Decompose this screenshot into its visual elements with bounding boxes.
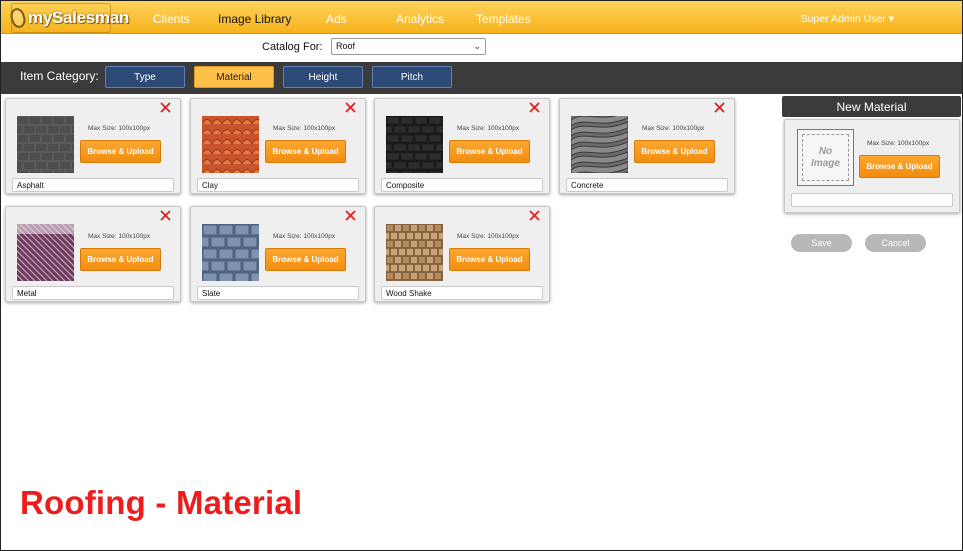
max-size-note: Max Size: 100x100px <box>457 233 520 240</box>
material-thumbnail-clay <box>201 116 263 175</box>
new-material-header: New Material <box>782 96 961 117</box>
close-icon[interactable] <box>159 101 172 114</box>
tab-height[interactable]: Height <box>283 66 363 88</box>
nav-ads[interactable]: Ads <box>326 12 347 26</box>
tab-pitch[interactable]: Pitch <box>372 66 452 88</box>
browse-upload-button[interactable]: Browse & Upload <box>265 248 346 271</box>
material-thumbnail-wood-shake <box>382 224 450 288</box>
close-icon[interactable] <box>528 101 541 114</box>
browse-upload-button[interactable]: Browse & Upload <box>634 140 715 163</box>
max-size-note: Max Size: 100x100px <box>88 125 151 132</box>
close-icon[interactable] <box>713 101 726 114</box>
material-thumbnail-composite <box>379 116 456 179</box>
close-icon[interactable] <box>344 101 357 114</box>
app-logo[interactable]: mySalesman <box>8 3 129 33</box>
max-size-note: Max Size: 100x100px <box>642 125 705 132</box>
catalog-selected-value: Roof <box>336 41 356 51</box>
material-card-composite: Max Size: 100x100px Browse & Upload Compos… <box>374 98 550 194</box>
material-name-input[interactable]: Composite <box>381 178 543 192</box>
user-menu[interactable]: Super Admin User ▾ <box>801 13 894 25</box>
browse-upload-button[interactable]: Browse & Upload <box>80 248 161 271</box>
logo-frame <box>11 3 111 33</box>
nav-analytics[interactable]: Analytics <box>396 12 444 26</box>
material-thumbnail-concrete <box>570 111 629 187</box>
catalog-select[interactable]: Roof ⌄ <box>331 38 486 55</box>
no-image-placeholder: No Image <box>797 129 854 186</box>
browse-upload-button[interactable]: Browse & Upload <box>449 248 530 271</box>
material-card-asphalt: Max Size: 100x100px Browse & Upload Asphal… <box>5 98 181 194</box>
material-name-input[interactable]: Asphalt <box>12 178 174 192</box>
no-image-line1: No <box>818 145 833 157</box>
close-icon[interactable] <box>344 209 357 222</box>
save-button[interactable]: Save <box>791 234 852 252</box>
material-thumbnail-metal <box>0 223 126 282</box>
material-name-input[interactable]: Clay <box>197 178 359 192</box>
category-label: Item Category: <box>20 69 99 83</box>
browse-upload-button[interactable]: Browse & Upload <box>859 155 940 178</box>
material-card-metal: Max Size: 100x100px Browse & Upload Metal <box>0 206 181 302</box>
material-card-clay: Max Size: 100x100px Browse & Upload Clay <box>190 98 366 194</box>
max-size-note: Max Size: 100x100px <box>867 140 930 147</box>
max-size-note: Max Size: 100x100px <box>273 125 336 132</box>
material-card-concrete: Max Size: 100x100px Browse & Upload Concre… <box>559 98 735 194</box>
page-caption: Roofing - Material <box>20 484 303 521</box>
material-thumbnail-slate <box>194 224 274 284</box>
category-bar: Item Category: Type Material Height Pitc… <box>1 62 962 94</box>
material-name-input[interactable]: Concrete <box>566 178 728 192</box>
no-image-line2: Image <box>811 157 840 169</box>
material-card-slate: Max Size: 100x100px Browse & Upload Slate <box>190 206 366 302</box>
nav-clients[interactable]: Clients <box>153 12 190 26</box>
close-icon[interactable] <box>528 209 541 222</box>
close-icon[interactable] <box>159 209 172 222</box>
material-name-input[interactable]: Metal <box>12 286 174 300</box>
no-image-icon: No Image <box>802 134 849 181</box>
tab-material[interactable]: Material <box>194 66 274 88</box>
new-material-card: No Image Max Size: 100x100px Browse & Up… <box>784 119 960 213</box>
catalog-label: Catalog For: <box>262 41 323 53</box>
browse-upload-button[interactable]: Browse & Upload <box>80 140 161 163</box>
max-size-note: Max Size: 100x100px <box>273 233 336 240</box>
material-name-input[interactable]: Slate <box>197 286 359 300</box>
material-name-input[interactable]: Wood Shake <box>381 286 543 300</box>
material-thumbnail-asphalt <box>12 116 82 178</box>
max-size-note: Max Size: 100x100px <box>457 125 520 132</box>
browse-upload-button[interactable]: Browse & Upload <box>265 140 346 163</box>
tab-type[interactable]: Type <box>105 66 185 88</box>
new-material-name-input[interactable] <box>791 193 953 207</box>
browse-upload-button[interactable]: Browse & Upload <box>449 140 530 163</box>
material-card-wood-shake: Max Size: 100x100px Browse & Upload Wood S… <box>374 206 550 302</box>
top-nav-bar: mySalesman Clients Image Library Ads Ana… <box>1 1 962 34</box>
cancel-button[interactable]: Cancel <box>865 234 926 252</box>
chevron-down-icon: ⌄ <box>473 41 481 51</box>
max-size-note: Max Size: 100x100px <box>88 233 151 240</box>
nav-image-library[interactable]: Image Library <box>218 12 291 26</box>
nav-templates[interactable]: Templates <box>476 12 531 26</box>
